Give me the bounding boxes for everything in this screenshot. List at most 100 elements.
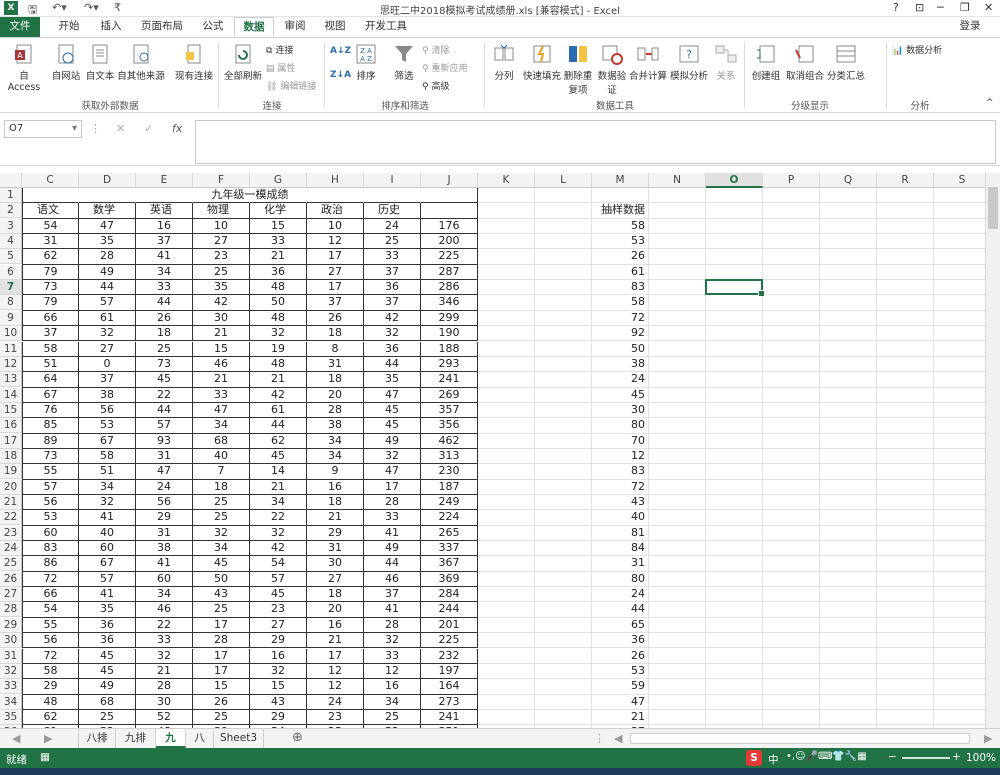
cell[interactable] [877, 326, 934, 342]
cell[interactable] [535, 602, 592, 618]
row-header[interactable]: 33 [0, 679, 22, 695]
cell[interactable] [478, 587, 535, 603]
row-header[interactable]: 12 [0, 356, 22, 372]
cell[interactable] [649, 188, 706, 204]
score-cell[interactable]: 29 [22, 679, 79, 695]
cell[interactable] [934, 602, 985, 618]
row-header[interactable]: 35 [0, 709, 22, 725]
cell[interactable] [535, 525, 592, 542]
cell[interactable] [478, 694, 535, 710]
cell[interactable] [535, 571, 592, 588]
cell[interactable] [706, 479, 763, 495]
cell[interactable] [877, 679, 934, 695]
cell[interactable] [763, 310, 820, 327]
score-cell[interactable]: 9 [307, 464, 364, 480]
cell[interactable] [706, 694, 763, 710]
score-cell[interactable]: 17 [364, 479, 421, 495]
score-cell[interactable]: 52 [136, 709, 193, 726]
score-cell[interactable]: 33 [250, 234, 307, 250]
cell[interactable] [535, 326, 592, 342]
score-cell[interactable]: 32 [250, 525, 307, 542]
cell[interactable] [877, 341, 934, 357]
score-cell[interactable]: 356 [421, 418, 478, 434]
cell[interactable] [649, 310, 706, 327]
row-header[interactable]: 7 [0, 280, 22, 296]
score-cell[interactable]: 37 [136, 234, 193, 250]
refresh-all-button[interactable]: 全部刷新 [222, 42, 264, 82]
cell[interactable] [934, 311, 985, 327]
score-cell[interactable]: 72 [22, 648, 79, 664]
row-header[interactable]: 34 [0, 694, 22, 710]
score-cell[interactable]: 54 [22, 602, 79, 618]
score-cell[interactable]: 28 [79, 249, 136, 265]
row-header[interactable]: 28 [0, 602, 22, 618]
cell[interactable] [478, 556, 535, 572]
score-cell[interactable]: 45 [364, 402, 421, 419]
text-to-columns-button[interactable]: 分列 [490, 42, 518, 82]
cell[interactable] [820, 648, 877, 664]
cell[interactable] [763, 587, 820, 603]
column-header[interactable]: H [307, 173, 364, 188]
cell[interactable] [820, 556, 877, 572]
score-cell[interactable]: 16 [250, 648, 307, 664]
cell[interactable] [763, 679, 820, 695]
score-cell[interactable]: 37 [364, 264, 421, 281]
cell[interactable] [535, 510, 592, 526]
cell[interactable] [763, 617, 820, 634]
reapply-button[interactable]: ⚲ 重新应用 [422, 61, 467, 74]
cell[interactable] [535, 310, 592, 327]
sample-cell[interactable]: 81 [592, 525, 649, 542]
cell[interactable] [820, 709, 877, 726]
sample-cell[interactable]: 43 [592, 495, 649, 511]
score-cell[interactable]: 15 [193, 341, 250, 357]
cell[interactable] [877, 356, 934, 373]
cell[interactable] [535, 203, 592, 219]
cell[interactable] [649, 556, 706, 572]
score-cell[interactable]: 14 [250, 464, 307, 480]
cell[interactable] [934, 618, 985, 634]
cell[interactable] [535, 556, 592, 572]
score-cell[interactable]: 44 [364, 356, 421, 373]
cell[interactable] [649, 633, 706, 649]
row-header[interactable]: 18 [0, 448, 22, 464]
score-cell[interactable]: 61 [79, 310, 136, 327]
score-cell[interactable]: 0 [79, 356, 136, 373]
name-box[interactable]: O7 ▾ [4, 120, 82, 138]
score-cell[interactable]: 57 [136, 418, 193, 434]
score-cell[interactable]: 47 [79, 218, 136, 235]
score-cell[interactable]: 23 [193, 249, 250, 265]
filter-button[interactable]: 筛选 [390, 42, 418, 82]
tab-data[interactable]: 数据 [234, 17, 274, 37]
score-cell[interactable]: 26 [193, 694, 250, 710]
score-cell[interactable]: 23 [307, 709, 364, 726]
cell[interactable] [877, 372, 934, 388]
sample-cell[interactable]: 61 [592, 264, 649, 281]
clear-filter-button[interactable]: ⚲ 清除 [422, 43, 449, 56]
score-cell[interactable]: 32 [364, 326, 421, 342]
score-cell[interactable]: 56 [79, 402, 136, 419]
cell[interactable] [877, 448, 934, 465]
cell[interactable] [763, 249, 820, 265]
cell[interactable] [535, 295, 592, 311]
cell[interactable] [478, 433, 535, 449]
score-cell[interactable]: 40 [193, 448, 250, 465]
score-cell[interactable]: 10 [193, 218, 250, 235]
score-cell[interactable]: 200 [421, 234, 478, 250]
sort-a-z-button[interactable]: A↓Z [330, 46, 351, 56]
score-cell[interactable]: 293 [421, 356, 478, 373]
sample-cell[interactable]: 53 [592, 234, 649, 250]
sample-cell[interactable]: 72 [592, 310, 649, 327]
cell[interactable] [649, 234, 706, 250]
score-cell[interactable]: 31 [307, 541, 364, 557]
score-cell[interactable]: 27 [79, 341, 136, 357]
score-cell[interactable]: 49 [364, 541, 421, 557]
cell[interactable] [934, 449, 985, 465]
score-cell[interactable]: 36 [364, 341, 421, 357]
column-header[interactable]: S [934, 173, 985, 188]
score-cell[interactable]: 51 [22, 356, 79, 373]
row-header[interactable]: 23 [0, 525, 22, 541]
score-cell[interactable]: 31 [136, 525, 193, 542]
score-cell[interactable]: 49 [79, 264, 136, 281]
sample-cell[interactable]: 30 [592, 402, 649, 419]
cell[interactable] [706, 234, 763, 250]
